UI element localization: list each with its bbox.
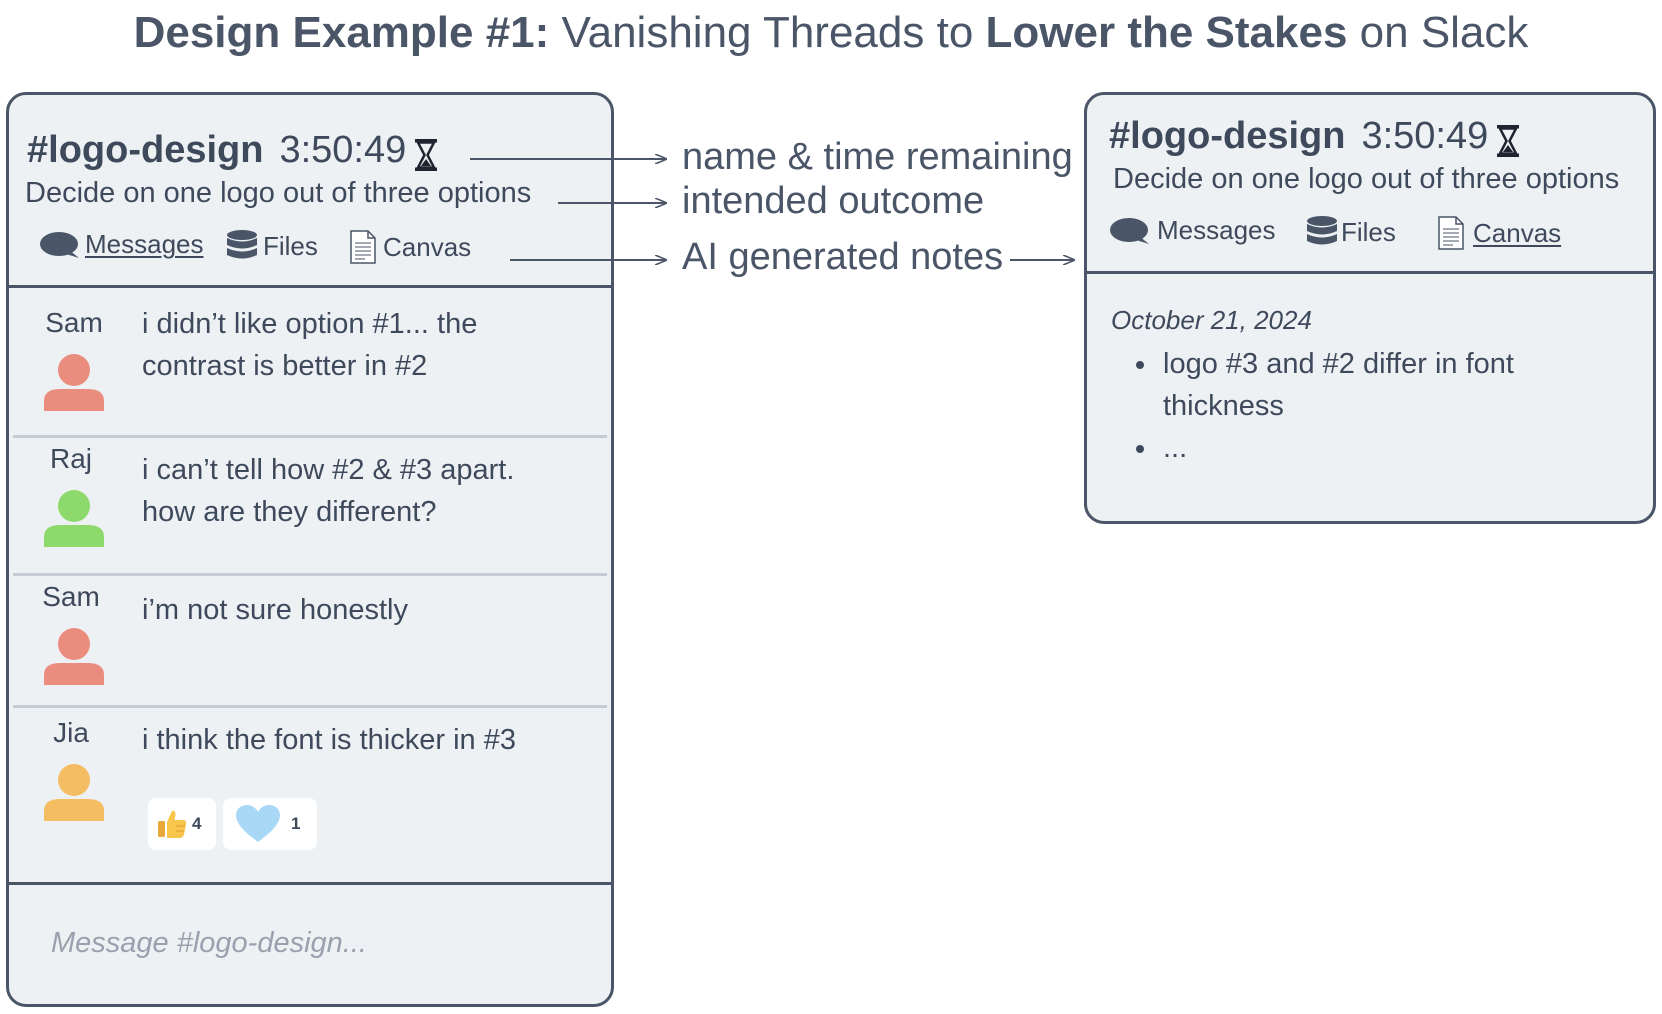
annotation-arrows: [470, 0, 1662, 1014]
